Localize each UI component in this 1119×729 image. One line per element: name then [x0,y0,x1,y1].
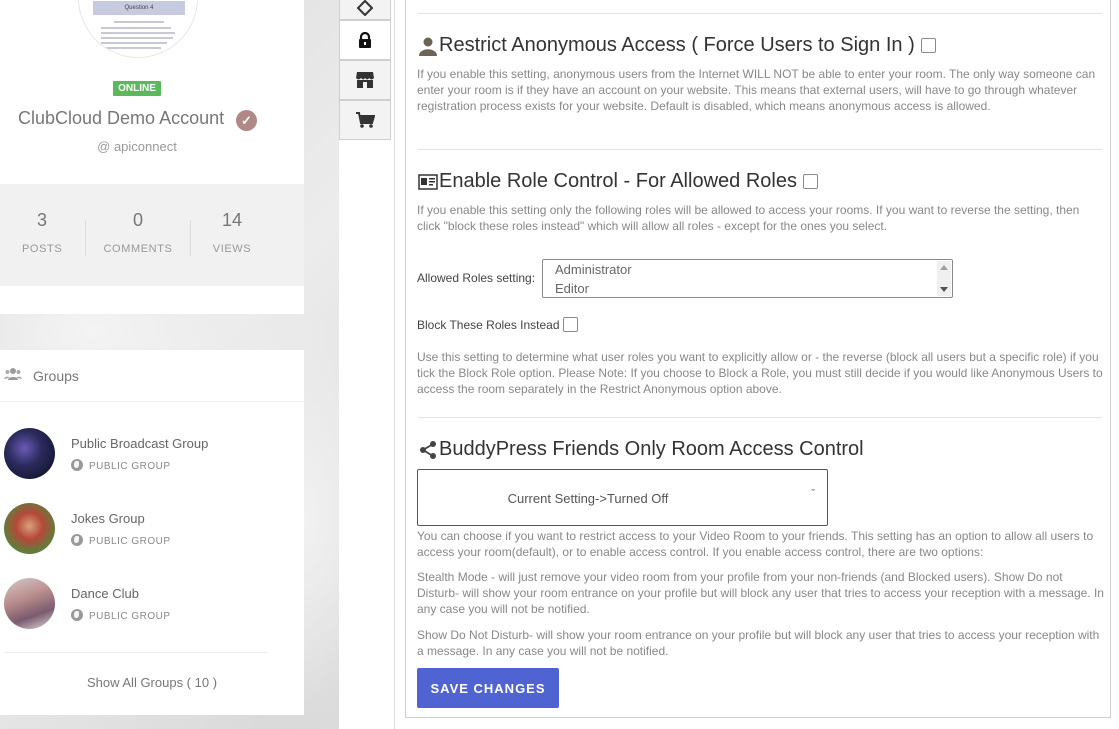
select-value: Current Setting->Turned Off [507,491,669,506]
group-type: PUBLIC GROUP [71,609,171,622]
restrict-anonymous-checkbox[interactable] [920,38,936,53]
group-type: PUBLIC GROUP [71,534,171,547]
group-avatar[interactable] [4,503,55,554]
role-control-heading: Enable Role Control - For Allowed Roles [418,170,818,193]
group-avatar[interactable] [4,428,55,479]
group-type-label: PUBLIC GROUP [89,611,171,622]
lock-button[interactable] [339,20,391,60]
divider [418,149,1102,150]
avatar-doc-line [101,42,167,44]
role-option[interactable]: Administrator [543,260,952,279]
buddypress-description: You can choose if you want to restrict a… [417,529,1094,559]
divider [4,652,268,653]
group-item[interactable]: Public Broadcast Group PUBLIC GROUP [0,428,304,488]
chevron-down-icon: ˇ [811,488,815,500]
stat-value: 14 [221,210,243,230]
store-icon [356,72,374,88]
group-name[interactable]: Dance Club [71,586,139,601]
share-icon [420,440,436,459]
stat-value: 0 [132,210,143,230]
stat-label: VIEWS [212,243,252,255]
stat-value: 3 [36,210,47,230]
restrict-anonymous-description: If you enable this setting, anonymous us… [417,67,1096,113]
avatar-doc-line [101,32,175,34]
globe-icon [71,534,83,546]
scroll-down-icon[interactable] [940,287,948,292]
show-all-groups-link[interactable]: Show All Groups ( 10 ) [0,675,304,690]
stat-divider [85,220,86,256]
avatar-doc-line [101,47,161,49]
stat-label: COMMENTS [103,243,173,255]
divider [418,417,1102,418]
stealth-mode-description: Stealth Mode - will just remove your vid… [417,570,1104,616]
stat-label: POSTS [22,243,63,255]
section-title: Restrict Anonymous Access ( Force Users … [439,34,915,56]
group-avatar[interactable] [4,578,55,629]
avatar-doc-title: Question 4 [93,1,185,15]
stat-comments[interactable]: 0 COMMENTS [100,210,176,255]
user-icon [419,37,437,56]
profile-stats: 3 POSTS 0 COMMENTS 14 VIEWS [0,184,304,286]
role-control-description: If you enable this setting only the foll… [417,203,1080,233]
avatar-doc-line [114,21,164,23]
avatar-doc-line [101,37,173,39]
allowed-roles-select[interactable]: Administrator Editor [542,259,953,298]
lock-icon [359,31,371,48]
stat-views[interactable]: 14 VIEWS [208,210,256,255]
block-roles-checkbox[interactable] [562,317,578,332]
group-item[interactable]: Dance Club PUBLIC GROUP [0,578,304,638]
block-roles-row: Block These Roles Instead [417,317,578,332]
id-card-icon [418,173,438,190]
stat-divider [190,220,191,256]
tag-icon [357,0,373,16]
room-settings-panel: Restrict Anonymous Access ( Force Users … [405,0,1111,718]
profile-handle: @ apiconnect [97,139,177,154]
role-control-checkbox[interactable] [802,174,818,189]
group-name[interactable]: Jokes Group [71,511,145,526]
scroll-up-icon[interactable] [940,265,948,270]
roles-scrollbar[interactable] [937,261,951,296]
profile-avatar[interactable]: Question 4 [78,0,198,58]
cart-icon [356,112,375,128]
tag-button[interactable] [339,0,391,20]
group-type-label: PUBLIC GROUP [89,461,171,472]
friends-access-select[interactable]: Current Setting->Turned Off ˇ [417,469,828,526]
do-not-disturb-description: Show Do Not Disturb- will show your room… [417,628,1100,658]
store-button[interactable] [339,60,391,100]
allowed-roles-label: Allowed Roles setting: [417,271,536,285]
groups-card: Groups Public Broadcast Group PUBLIC GRO… [0,350,304,715]
save-changes-button[interactable]: SAVE CHANGES [417,668,559,708]
verified-check-icon: ✓ [236,110,257,131]
online-status-badge: ONLINE [113,81,161,96]
globe-icon [71,459,83,471]
profile-card: Question 4 ONLINE ClubCloud Demo Account… [0,0,304,314]
group-type-label: PUBLIC GROUP [89,536,171,547]
avatar-doc-line [101,27,171,29]
divider [418,13,1102,14]
group-name[interactable]: Public Broadcast Group [71,436,208,451]
buddypress-heading: BuddyPress Friends Only Room Access Cont… [418,438,864,461]
cart-button[interactable] [339,100,391,140]
role-control-note: Use this setting to determine what user … [417,350,1103,396]
groups-header: Groups [0,350,304,402]
role-option[interactable]: Editor [543,279,952,297]
globe-icon [71,609,83,621]
section-title: BuddyPress Friends Only Room Access Cont… [439,438,864,460]
groups-title: Groups [33,368,79,384]
group-item[interactable]: Jokes Group PUBLIC GROUP [0,503,304,563]
group-type: PUBLIC GROUP [71,459,171,472]
restrict-anonymous-heading: Restrict Anonymous Access ( Force Users … [418,34,936,57]
stat-posts[interactable]: 3 POSTS [22,210,62,255]
users-icon [4,368,22,380]
toolbar-divider [394,0,395,729]
block-roles-label: Block These Roles Instead [417,317,560,332]
section-title: Enable Role Control - For Allowed Roles [439,170,797,192]
profile-name[interactable]: ClubCloud Demo Account [18,108,224,129]
